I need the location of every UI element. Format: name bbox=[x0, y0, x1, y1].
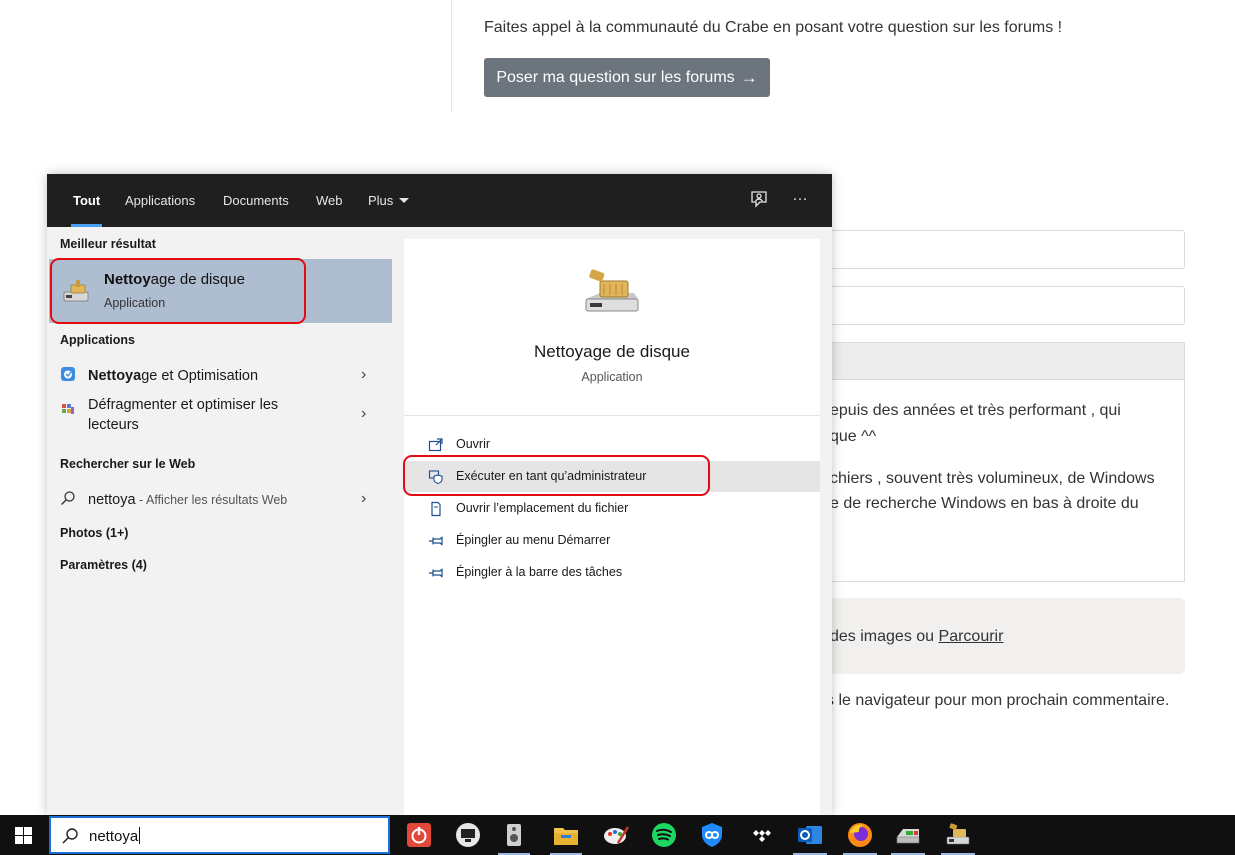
chevron-right-icon[interactable]: › bbox=[361, 490, 366, 508]
disk-cleanup-icon bbox=[585, 269, 639, 312]
comment-card-header bbox=[801, 343, 1184, 380]
open-icon bbox=[428, 438, 443, 452]
comment-email-field[interactable] bbox=[800, 286, 1185, 325]
pin-start-action[interactable]: Épingler au menu Démarrer bbox=[404, 525, 820, 556]
tab-documents[interactable]: Documents bbox=[223, 174, 289, 227]
search-query: nettoya bbox=[89, 828, 139, 845]
label-rest: ge et Optimisation bbox=[141, 368, 259, 384]
action-label: Exécuter en tant qu’administrateur bbox=[456, 469, 647, 483]
ask-forum-button[interactable]: Poser ma question sur les forums → bbox=[484, 58, 770, 97]
settings-category[interactable]: Paramètres (4) bbox=[60, 558, 147, 572]
label-bold: Nettoya bbox=[88, 368, 142, 384]
start-button[interactable] bbox=[0, 815, 48, 855]
firefox-icon[interactable] bbox=[846, 821, 874, 849]
web-search-header: Rechercher sur le Web bbox=[60, 457, 196, 471]
tab-all[interactable]: Tout bbox=[70, 174, 103, 227]
web-search-item[interactable]: nettoya - Afficher les résultats Web › bbox=[47, 485, 392, 515]
tab-applications[interactable]: Applications bbox=[125, 174, 195, 227]
pin-taskbar-action[interactable]: Épingler à la barre des tâches bbox=[404, 557, 820, 588]
search-tabs: Tout Applications Documents Web Plus ··· bbox=[47, 174, 832, 227]
chevron-right-icon[interactable]: › bbox=[361, 405, 366, 423]
vpn-icon[interactable] bbox=[698, 821, 726, 849]
arrow-right-icon: → bbox=[740, 67, 758, 87]
more-options-icon[interactable]: ··· bbox=[789, 189, 811, 211]
web-suffix: - Afficher les résultats Web bbox=[135, 493, 288, 507]
results-list: Meilleur résultat Nettoyage de disque Ap… bbox=[47, 227, 403, 815]
chevron-right-icon[interactable]: › bbox=[361, 366, 366, 384]
comment-line: epuis des années et très performant , qu… bbox=[830, 402, 1121, 419]
browse-link[interactable]: Parcourir bbox=[939, 628, 1004, 645]
paint-app-icon[interactable] bbox=[602, 821, 630, 849]
tab-more[interactable]: Plus bbox=[368, 174, 410, 227]
open-action[interactable]: Ouvrir bbox=[404, 429, 820, 460]
dropzone-label: des images ou bbox=[830, 628, 935, 645]
page-divider bbox=[451, 0, 452, 112]
text-caret bbox=[139, 827, 141, 844]
web-search-label: nettoya - Afficher les résultats Web bbox=[88, 490, 287, 510]
best-match-title: Nettoyage de disque bbox=[104, 271, 245, 288]
comment-line: e de recherche Windows en bas à droite d… bbox=[830, 495, 1139, 512]
web-query: nettoya bbox=[88, 492, 136, 508]
feedback-icon[interactable] bbox=[748, 189, 770, 211]
detail-type: Application bbox=[581, 370, 643, 384]
best-match-type: Application bbox=[104, 296, 166, 310]
shield-icon bbox=[428, 470, 443, 485]
speaker-app-icon[interactable] bbox=[500, 821, 528, 849]
list-item[interactable]: Défragmenter et optimiser les lecteurs › bbox=[47, 395, 392, 439]
best-match-rest: age de disque bbox=[150, 271, 245, 288]
chevron-down-icon bbox=[399, 198, 410, 204]
run-as-admin-action[interactable]: Exécuter en tant qu’administrateur bbox=[404, 461, 820, 492]
remember-me-label: s le navigateur pour mon prochain commen… bbox=[826, 692, 1170, 709]
search-query-text: nettoya bbox=[89, 827, 141, 845]
tab-web[interactable]: Web bbox=[316, 174, 343, 227]
ask-forum-label: Poser ma question sur les forums bbox=[496, 68, 735, 86]
cleaner-app-icon bbox=[61, 367, 75, 381]
best-match-header: Meilleur résultat bbox=[60, 237, 156, 251]
taskbar-search-input[interactable]: nettoya bbox=[49, 816, 390, 854]
action-label: Ouvrir bbox=[456, 437, 491, 451]
tidal-icon[interactable] bbox=[748, 821, 776, 849]
taskbar: nettoya bbox=[0, 815, 1235, 855]
tab-more-label: Plus bbox=[368, 193, 394, 208]
forum-prompt: Faites appel à la communauté du Crabe en… bbox=[484, 19, 1063, 36]
comment-line: chiers , souvent très volumineux, de Win… bbox=[830, 470, 1155, 487]
divider bbox=[404, 415, 820, 416]
disk-app-icon[interactable] bbox=[894, 821, 922, 849]
comment-name-field[interactable] bbox=[800, 230, 1185, 269]
windows-logo-icon bbox=[15, 827, 32, 844]
file-explorer-icon[interactable] bbox=[552, 821, 580, 849]
dropzone-text: des images ou Parcourir bbox=[830, 628, 1003, 646]
list-item[interactable]: Nettoyage et Optimisation › bbox=[47, 361, 392, 391]
comment-card bbox=[800, 342, 1185, 582]
spotify-icon[interactable] bbox=[650, 821, 678, 849]
action-label: Épingler à la barre des tâches bbox=[456, 565, 623, 579]
action-label: Épingler au menu Démarrer bbox=[456, 533, 611, 547]
search-panel: Tout Applications Documents Web Plus ···… bbox=[47, 174, 832, 815]
list-item-label: Nettoyage et Optimisation bbox=[88, 366, 258, 386]
detail-title: Nettoyage de disque bbox=[534, 342, 690, 361]
pin-icon bbox=[429, 568, 443, 578]
power-app-icon[interactable] bbox=[405, 821, 433, 849]
result-details: Nettoyage de disque Application Ouvrir E… bbox=[404, 239, 820, 815]
open-file-location-action[interactable]: Ouvrir l’emplacement du fichier bbox=[404, 493, 820, 524]
action-label: Ouvrir l’emplacement du fichier bbox=[456, 501, 629, 515]
best-match-bold: Nettoy bbox=[104, 271, 151, 288]
file-location-icon bbox=[431, 501, 441, 517]
pin-icon bbox=[429, 536, 443, 546]
defrag-icon bbox=[62, 404, 74, 414]
photos-category[interactable]: Photos (1+) bbox=[60, 526, 128, 540]
list-item-label: Défragmenter et optimiser les lecteurs bbox=[88, 397, 279, 433]
outlook-icon[interactable] bbox=[796, 821, 824, 849]
search-icon bbox=[62, 828, 78, 844]
monitor-app-icon[interactable] bbox=[454, 821, 482, 849]
comment-line: que ^^ bbox=[830, 428, 877, 445]
apps-header: Applications bbox=[60, 333, 136, 347]
disk-cleanup-icon[interactable] bbox=[944, 821, 972, 849]
search-icon bbox=[61, 491, 75, 505]
best-match-item[interactable]: Nettoyage de disque Application bbox=[49, 259, 392, 323]
disk-cleanup-icon bbox=[63, 280, 89, 302]
